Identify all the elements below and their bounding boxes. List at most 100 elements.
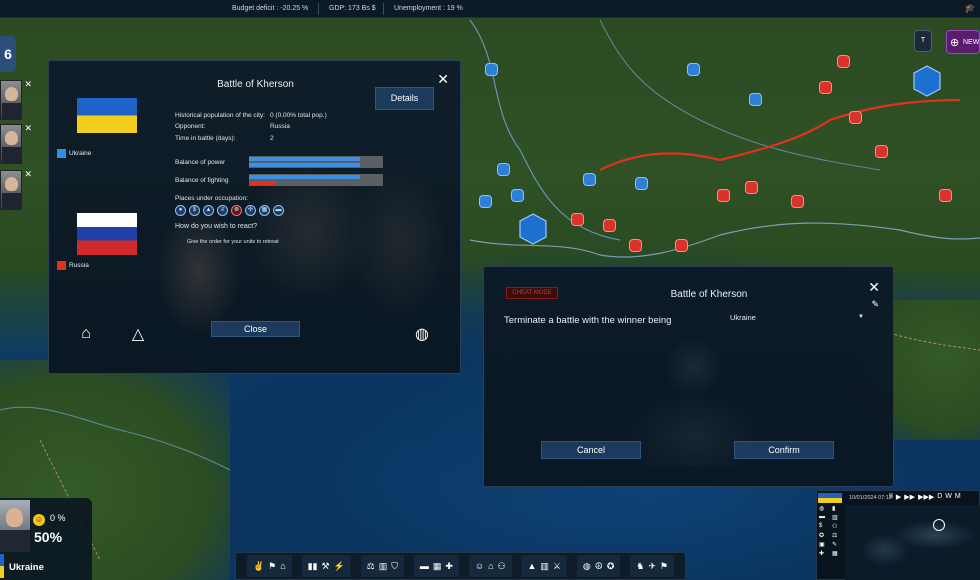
bus-icon: ▬	[419, 561, 429, 571]
city-marker[interactable]	[838, 56, 849, 67]
winner-select[interactable]: Ukraine ▼	[730, 313, 870, 325]
globe-icon[interactable]: ◍	[819, 505, 830, 512]
cancel-button[interactable]: Cancel	[541, 441, 641, 459]
toolbar-institutions[interactable]: ▲ ▥ ⚔	[521, 555, 567, 577]
city-marker[interactable]	[572, 214, 583, 225]
city-marker[interactable]	[718, 190, 729, 201]
toolbar-culture[interactable]: ☺ ⌂ ⚇	[468, 555, 512, 577]
face	[6, 508, 23, 527]
money-icon[interactable]: $	[819, 523, 830, 530]
graduation-icon: ⌂	[488, 561, 494, 571]
face	[5, 177, 18, 191]
city-marker[interactable]	[636, 178, 647, 189]
minimap-filter-icons: ◍ ▮ ▬ ▥ $ ⚇ ✪ ⚖ ▣ ✎ ✚ ▦	[819, 505, 843, 557]
unit-count-badge[interactable]: 6	[0, 36, 16, 72]
chevron-down-icon: ▼	[858, 314, 864, 320]
react-option[interactable]: Give the order for your units to retreat	[187, 239, 279, 245]
day-button[interactable]: D	[937, 493, 942, 501]
news-button[interactable]: ⊕ NEW	[946, 30, 980, 54]
player-country-box[interactable]: ☺ 0 % 50% Ukraine	[0, 498, 92, 580]
city-marker[interactable]	[498, 164, 509, 175]
battle-panel: Battle of Kherson ✕ Details Ukraine Russ…	[48, 60, 461, 381]
close-icon[interactable]: ✕	[24, 79, 32, 90]
balance-power-fill-lower	[249, 163, 361, 167]
car-icon[interactable]: ▬	[273, 205, 284, 216]
toolbar-diplomacy[interactable]: ✌ ⚑ ⌂	[246, 555, 292, 577]
toolbar-economy[interactable]: ▮▮ ⚒ ⚡	[301, 555, 351, 577]
city-marker[interactable]	[512, 190, 523, 201]
radiation-icon[interactable]: ✣	[245, 205, 256, 216]
leader-portrait[interactable]: ✕	[0, 79, 32, 120]
city-marker[interactable]	[940, 190, 951, 201]
people-group-icon: ⚇	[497, 560, 506, 571]
close-icon[interactable]: ✕	[24, 123, 32, 134]
factory-icon[interactable]: ⌂	[71, 319, 101, 349]
panel-title: Battle of Kherson	[670, 289, 748, 300]
pause-button[interactable]: II	[889, 493, 893, 501]
pen-icon[interactable]: ✎	[832, 541, 843, 548]
medal-icon[interactable]: ✪	[819, 532, 830, 539]
city-marker[interactable]	[584, 174, 595, 185]
toolbar-justice[interactable]: ⚖ ▥ ⛉	[360, 555, 405, 577]
minimap-globe[interactable]	[845, 505, 980, 580]
tools-icon: ⚒	[321, 560, 330, 571]
box-icon[interactable]: ▣	[819, 541, 830, 548]
city-marker[interactable]	[820, 82, 831, 93]
twitch-button[interactable]: T	[914, 30, 932, 52]
city-marker[interactable]	[676, 240, 687, 251]
toolbar-world[interactable]: ◍ ☮ ✪	[576, 555, 621, 577]
opponent-value: Russia	[270, 123, 290, 130]
oil-icon[interactable]: ▲	[203, 205, 214, 216]
bars-icon[interactable]: ▥	[832, 514, 843, 521]
coin-icon[interactable]: $	[189, 205, 200, 216]
home-icon: ⌂	[280, 561, 286, 571]
city-marker[interactable]	[746, 182, 757, 193]
toolbar-services[interactable]: ▬ ▦ ✚	[413, 555, 459, 577]
city-marker[interactable]	[850, 112, 861, 123]
plus-icon[interactable]: ✚	[819, 550, 830, 557]
city-marker[interactable]	[792, 196, 803, 207]
factory-icon[interactable]: ▦	[259, 205, 270, 216]
bank-icon[interactable]: ≡	[217, 205, 228, 216]
city-marker[interactable]	[604, 220, 615, 231]
city-marker[interactable]	[750, 94, 761, 105]
suit	[2, 147, 22, 164]
city-marker[interactable]	[688, 64, 699, 75]
details-button[interactable]: Details	[375, 87, 434, 110]
leader-portrait[interactable]: ✕	[0, 169, 32, 210]
month-button[interactable]: M	[955, 493, 961, 501]
confirm-button[interactable]: Confirm	[734, 441, 834, 459]
pin-icon[interactable]: ✎	[871, 299, 879, 310]
face	[5, 87, 18, 101]
city-marker[interactable]	[876, 146, 887, 157]
people-icon[interactable]: ⚇	[832, 523, 843, 530]
lock-icon[interactable]: ●	[175, 205, 186, 216]
globe-icon[interactable]: ◍	[407, 319, 437, 349]
city-marker[interactable]	[480, 196, 491, 207]
city-marker[interactable]	[630, 240, 641, 251]
fast-button[interactable]: ▶▶	[904, 493, 915, 501]
fastest-button[interactable]: ▶▶▶	[918, 493, 934, 501]
gdp-value: GDP: 173 Bs $	[329, 5, 376, 12]
week-button[interactable]: W	[945, 493, 952, 501]
play-button[interactable]: ▶	[896, 493, 901, 501]
city-marker[interactable]	[486, 64, 497, 75]
scales-icon[interactable]: ⚖	[832, 532, 843, 539]
recycle-icon[interactable]: △	[123, 319, 153, 349]
truck-icon[interactable]: ▬	[819, 514, 830, 521]
toolbar-military[interactable]: ♞ ✈ ⚑	[630, 555, 674, 577]
leader-portrait[interactable]: ✕	[0, 123, 32, 164]
close-icon[interactable]: ✕	[24, 169, 32, 180]
chart-icon[interactable]: ▮	[832, 505, 843, 512]
grid-icon[interactable]: ▦	[832, 550, 843, 557]
minimap[interactable]: 10/01/2024 07:12 II ▶ ▶▶ ▶▶▶ D W M ◍ ▮ ▬ ▥…	[816, 490, 980, 580]
places-label: Places under occupation:	[175, 195, 248, 202]
target-icon[interactable]: ⊗	[231, 205, 242, 216]
crosshair-icon	[933, 519, 945, 531]
balance-power-bar	[249, 156, 383, 168]
close-icon[interactable]: ✕	[437, 71, 449, 88]
graduation-cap-icon[interactable]: 🎓	[965, 3, 976, 14]
close-icon[interactable]: ✕	[868, 279, 880, 296]
energy-icon: ⚡	[333, 560, 345, 571]
close-button[interactable]: Close	[211, 321, 300, 337]
